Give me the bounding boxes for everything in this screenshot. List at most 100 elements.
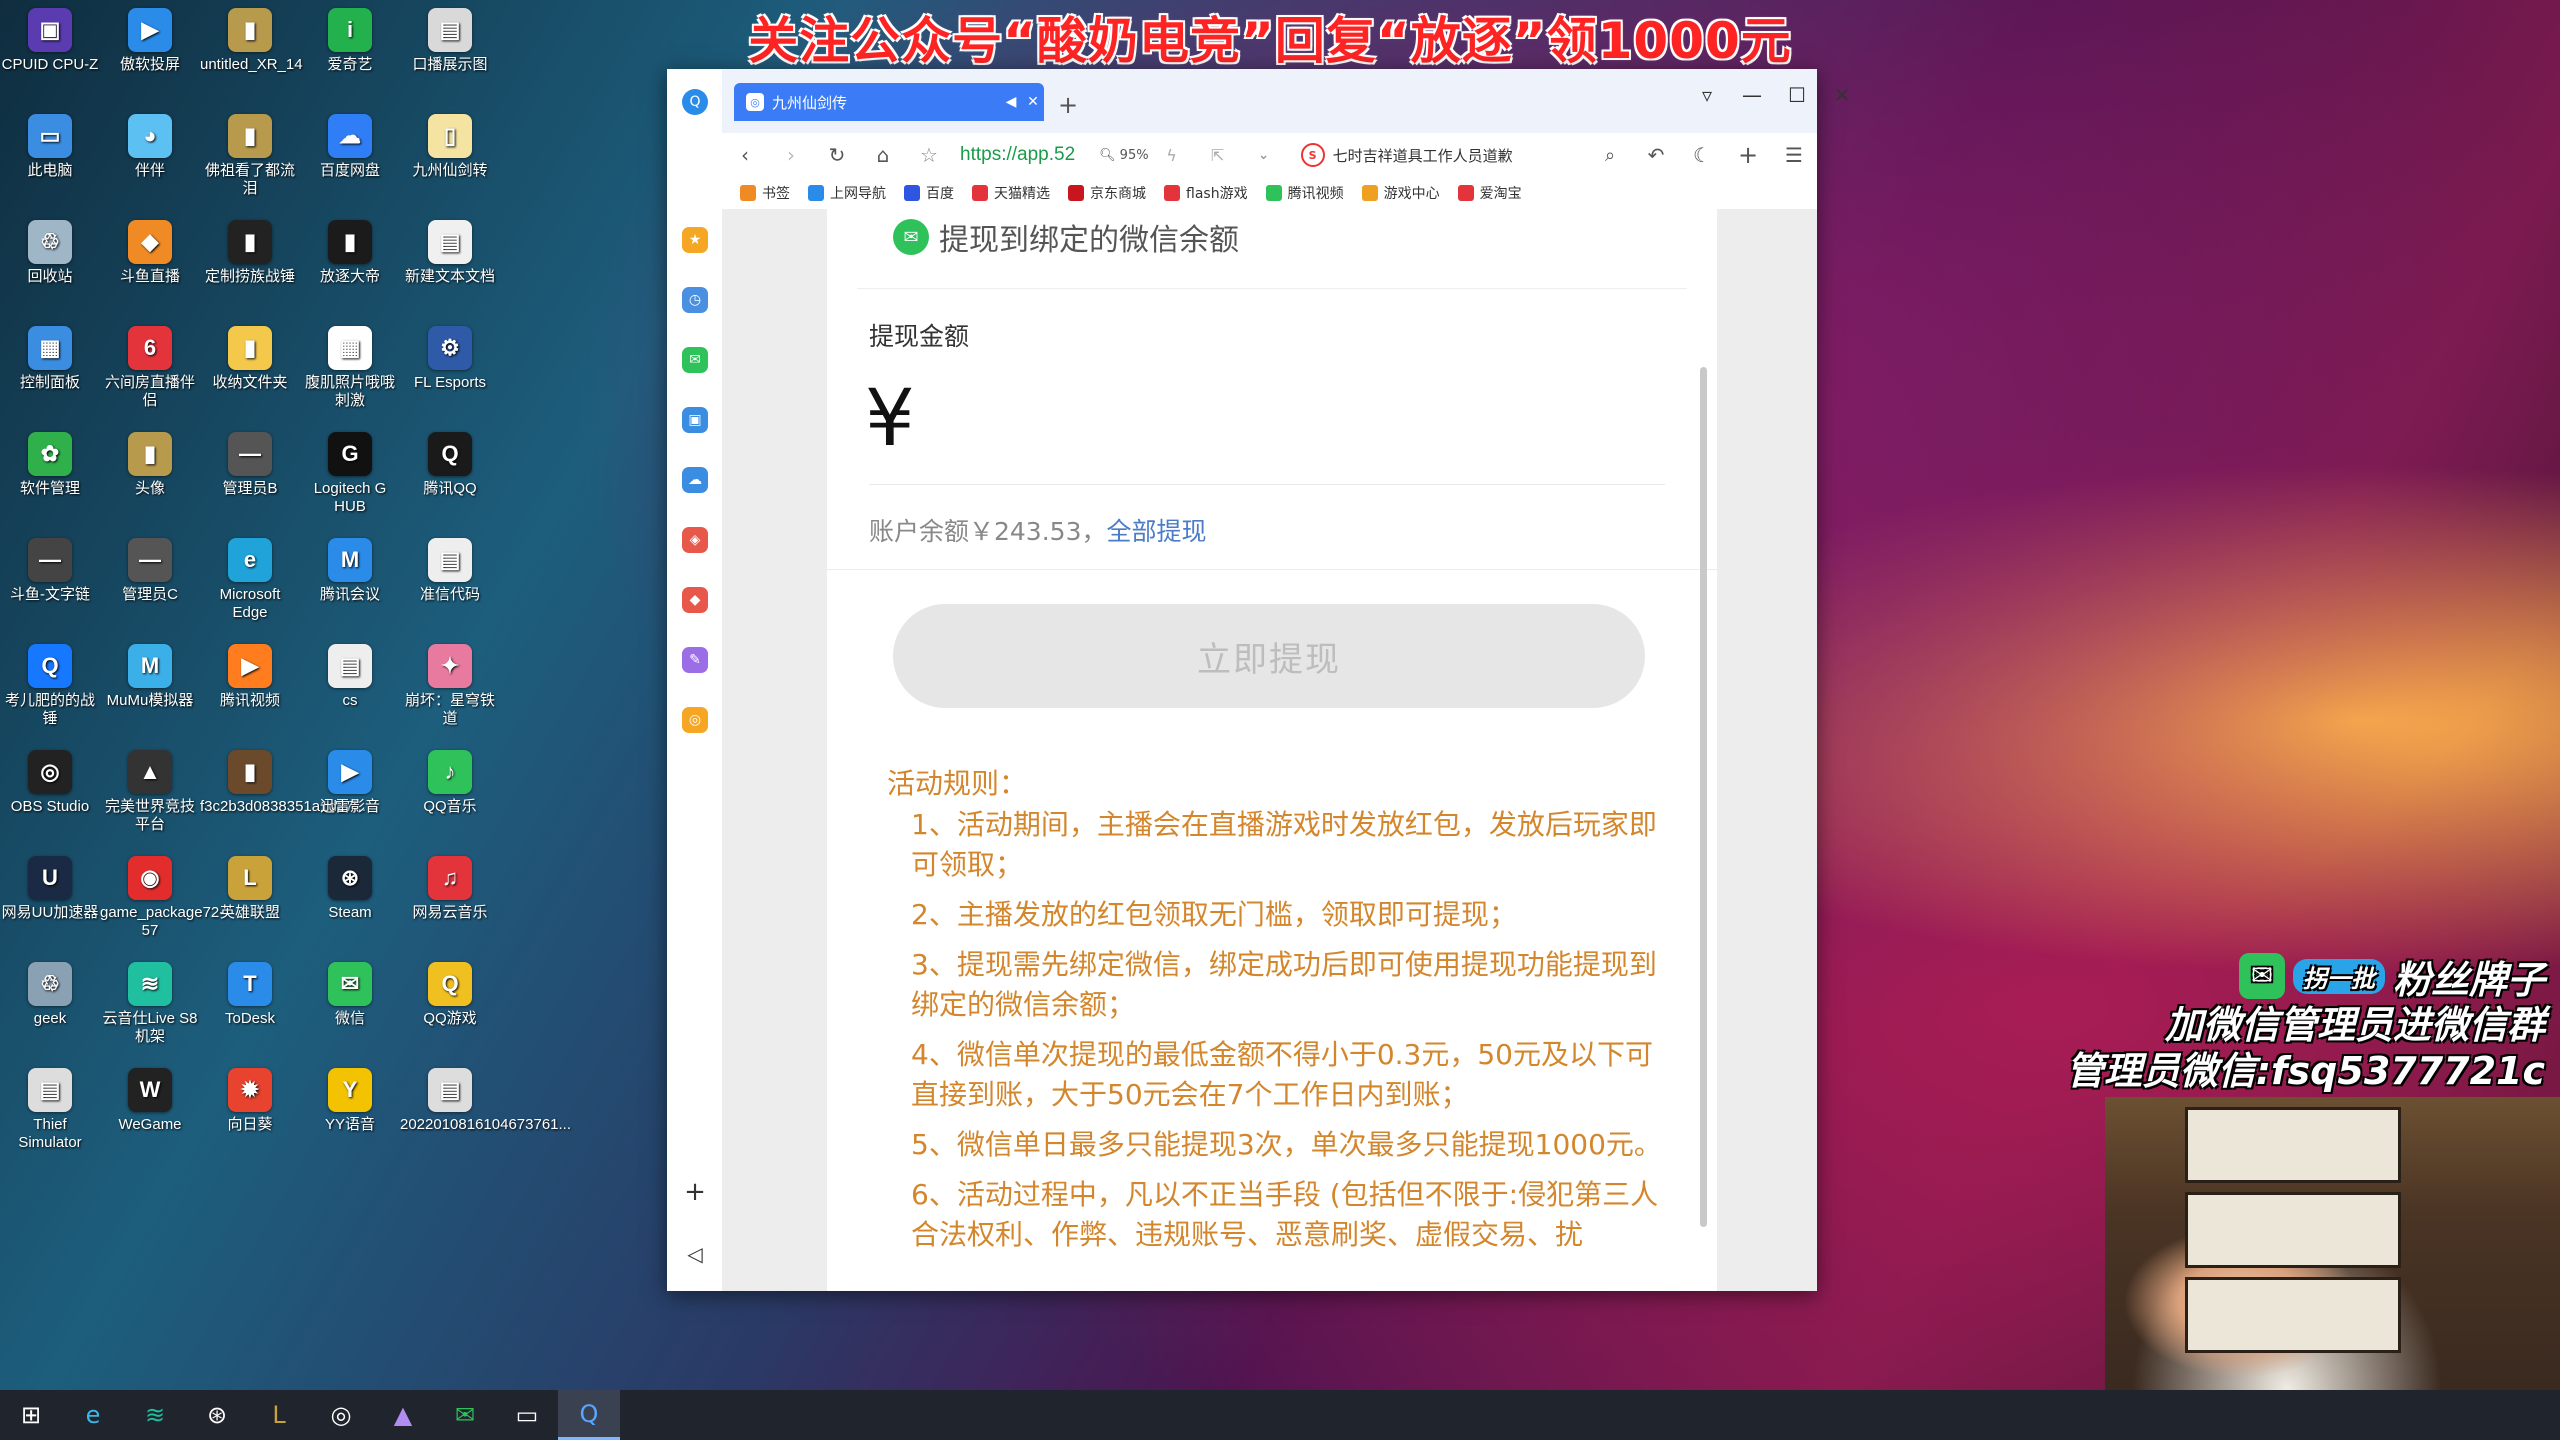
desktop-icon[interactable]: ▤ Thief Simulator <box>0 1060 100 1152</box>
desktop-icon[interactable]: U 网易UU加速器 <box>0 848 100 922</box>
bookmark-item[interactable]: 爱淘宝 <box>1457 183 1522 203</box>
desktop-icon[interactable]: ≋ 云音仕Live S8机架 <box>100 954 200 1046</box>
shirt-skin-icon[interactable]: ▿ <box>1692 83 1722 107</box>
desktop-icon[interactable]: ▦ 控制面板 <box>0 318 100 392</box>
share-icon[interactable]: ⇱ <box>1195 146 1241 165</box>
desktop-icon[interactable]: ✦ 崩坏：星穹铁道 <box>400 636 500 728</box>
desktop-icon[interactable]: ▮ untitled_XR_14 <box>200 0 303 74</box>
bookmark-item[interactable]: 京东商城 <box>1068 183 1146 203</box>
desktop-icon[interactable]: ▤ 2022010816104673761... <box>400 1060 571 1134</box>
sidebar-app-icon[interactable]: ★ <box>682 227 708 253</box>
bookmark-item[interactable]: 游戏中心 <box>1361 183 1440 203</box>
window-icon[interactable]: ▭ <box>496 1390 558 1440</box>
desktop-icon[interactable]: ✉ 微信 <box>300 954 400 1028</box>
desktop-icon[interactable]: ☁ 百度网盘 <box>300 106 400 180</box>
sidebar-app-icon[interactable]: ✎ <box>682 647 708 673</box>
desktop-icon[interactable]: Q QQ游戏 <box>400 954 500 1028</box>
desktop-icon[interactable]: ▮ f3c2b3d0838351a1d27... <box>200 742 366 816</box>
desktop-icon[interactable]: ⊛ Steam <box>300 848 400 922</box>
minimize-button[interactable]: — <box>1737 83 1767 107</box>
desktop-icon[interactable]: ♪ QQ音乐 <box>400 742 500 816</box>
menu-icon[interactable]: ☰ <box>1771 143 1817 167</box>
desktop-icon[interactable]: ▲ 完美世界竞技平台 <box>100 742 200 834</box>
add-icon[interactable]: + <box>682 1177 708 1207</box>
wechat-icon[interactable]: ✉ <box>434 1390 496 1440</box>
desktop-icon[interactable]: e Microsoft Edge <box>200 530 300 622</box>
lightning-icon[interactable]: ϟ <box>1149 146 1195 165</box>
desktop-icon[interactable]: ▤ 口播展示图 <box>400 0 500 74</box>
desktop-icon[interactable]: ▯ 九州仙剑转 <box>400 106 500 180</box>
sidebar-app-icon[interactable]: ☁ <box>682 467 708 493</box>
sidebar-app-icon[interactable]: ◆ <box>682 587 708 613</box>
desktop-icon[interactable]: — 管理员C <box>100 530 200 604</box>
desktop-icon[interactable]: ◕ 伴伴 <box>100 106 200 180</box>
desktop-icon[interactable]: W WeGame <box>100 1060 200 1134</box>
tab-active[interactable]: ◎ 九州仙剑传 ◀ ✕ <box>734 83 1044 121</box>
desktop-icon[interactable]: G Logitech G HUB <box>300 424 400 516</box>
withdraw-all-link[interactable]: 全部提现 <box>1106 517 1206 546</box>
desktop-icon[interactable]: 6 六间房直播伴侣 <box>100 318 200 410</box>
collapse-sidebar-icon[interactable]: ◁ <box>682 1241 708 1267</box>
desktop-icon[interactable]: ▤ 新建文本文档 <box>400 212 500 286</box>
desktop-icon[interactable]: — 管理员B <box>200 424 300 498</box>
bookmark-item[interactable]: 上网导航 <box>808 183 886 203</box>
qq-browser-icon[interactable]: Q <box>558 1390 620 1440</box>
browser-logo-icon[interactable]: Q <box>682 89 708 115</box>
desktop-icon[interactable]: ▶ 傲软投屏 <box>100 0 200 74</box>
sidebar-app-icon[interactable]: ◈ <box>682 527 708 553</box>
desktop-icon[interactable]: M MuMu模拟器 <box>100 636 200 710</box>
desktop-icon[interactable]: Q 考儿肥的的战锤 <box>0 636 100 728</box>
bookmark-item[interactable]: 腾讯视频 <box>1265 183 1344 203</box>
undo-icon[interactable]: ↶ <box>1633 143 1679 167</box>
bookmark-item[interactable]: flash游戏 <box>1164 183 1248 203</box>
desktop-icon[interactable]: ▤ cs <box>300 636 400 710</box>
desktop-icon[interactable]: — 斗鱼-文字链 <box>0 530 100 604</box>
desktop-icon[interactable]: ▮ 定制捞族战锤 <box>200 212 300 286</box>
desktop-icon[interactable]: ◆ 斗鱼直播 <box>100 212 200 286</box>
speaker-icon[interactable]: ◀ <box>1000 94 1022 110</box>
desktop-icon[interactable]: ⚙ FL Esports <box>400 318 500 392</box>
desktop-icon[interactable]: T ToDesk <box>200 954 300 1028</box>
desktop-icon[interactable]: ▭ 此电脑 <box>0 106 100 180</box>
obs-icon[interactable]: ◎ <box>310 1390 372 1440</box>
chevron-down-icon[interactable]: ⌄ <box>1241 147 1287 163</box>
maximize-button[interactable]: ☐ <box>1782 83 1812 107</box>
address-bar[interactable]: https://app.52 <box>960 144 1075 166</box>
desktop-icon[interactable]: ▣ CPUID CPU-Z <box>0 0 100 74</box>
zoom-indicator[interactable]: 🔍︎ 95% <box>1099 148 1148 163</box>
sidebar-app-icon[interactable]: ✉ <box>682 347 708 373</box>
new-tab-button[interactable]: + <box>1058 91 1078 119</box>
league-icon[interactable]: L <box>248 1390 310 1440</box>
desktop-icon[interactable]: ▤ 准信代码 <box>400 530 500 604</box>
close-window-button[interactable]: ✕ <box>1827 83 1857 107</box>
desktop-icon[interactable]: ◉ game_package72-57 <box>100 848 224 940</box>
desktop-icon[interactable]: ▦ 腹肌照片哦哦刺激 <box>300 318 400 410</box>
desktop-icon[interactable]: i 爱奇艺 <box>300 0 400 74</box>
desktop-icon[interactable]: ▶ 腾讯视频 <box>200 636 300 710</box>
tab-close-icon[interactable]: ✕ <box>1022 94 1044 110</box>
bookmark-item[interactable]: 百度 <box>904 183 954 203</box>
back-icon[interactable]: ‹ <box>722 143 768 167</box>
sidebar-app-icon[interactable]: ◎ <box>682 707 708 733</box>
bookmark-item[interactable]: 书签 <box>740 183 790 203</box>
desktop-icon[interactable]: ▶ 迅雷影音 <box>300 742 400 816</box>
plus-icon[interactable]: + <box>1725 141 1771 169</box>
search-icon[interactable]: ⌕ <box>1587 145 1633 166</box>
home-icon[interactable]: ⌂ <box>860 143 906 167</box>
edge-icon[interactable]: e <box>62 1390 124 1440</box>
amount-input[interactable]: ¥ <box>865 374 915 464</box>
bookmark-item[interactable]: 天猫精选 <box>972 183 1050 203</box>
desktop-icon[interactable]: M 腾讯会议 <box>300 530 400 604</box>
audio-app-icon[interactable]: ≋ <box>124 1390 186 1440</box>
desktop-icon[interactable]: ♲ 回收站 <box>0 212 100 286</box>
desktop-icon[interactable]: ▮ 放逐大帝 <box>300 212 400 286</box>
search-suggestion[interactable]: S 七时吉祥道具工作人员道歉 <box>1300 143 1513 167</box>
game-launcher-icon[interactable]: ▲ <box>372 1390 434 1440</box>
desktop-icon[interactable]: ▮ 头像 <box>100 424 200 498</box>
desktop-icon[interactable]: ▮ 佛祖看了都流泪 <box>200 106 300 198</box>
forward-icon[interactable]: › <box>768 143 814 167</box>
withdraw-now-button[interactable]: 立即提现 <box>893 604 1645 708</box>
night-mode-icon[interactable]: ☾ <box>1679 143 1725 167</box>
desktop-icon[interactable]: Y YY语音 <box>300 1060 400 1134</box>
bookmark-star-icon[interactable]: ☆ <box>906 143 952 167</box>
